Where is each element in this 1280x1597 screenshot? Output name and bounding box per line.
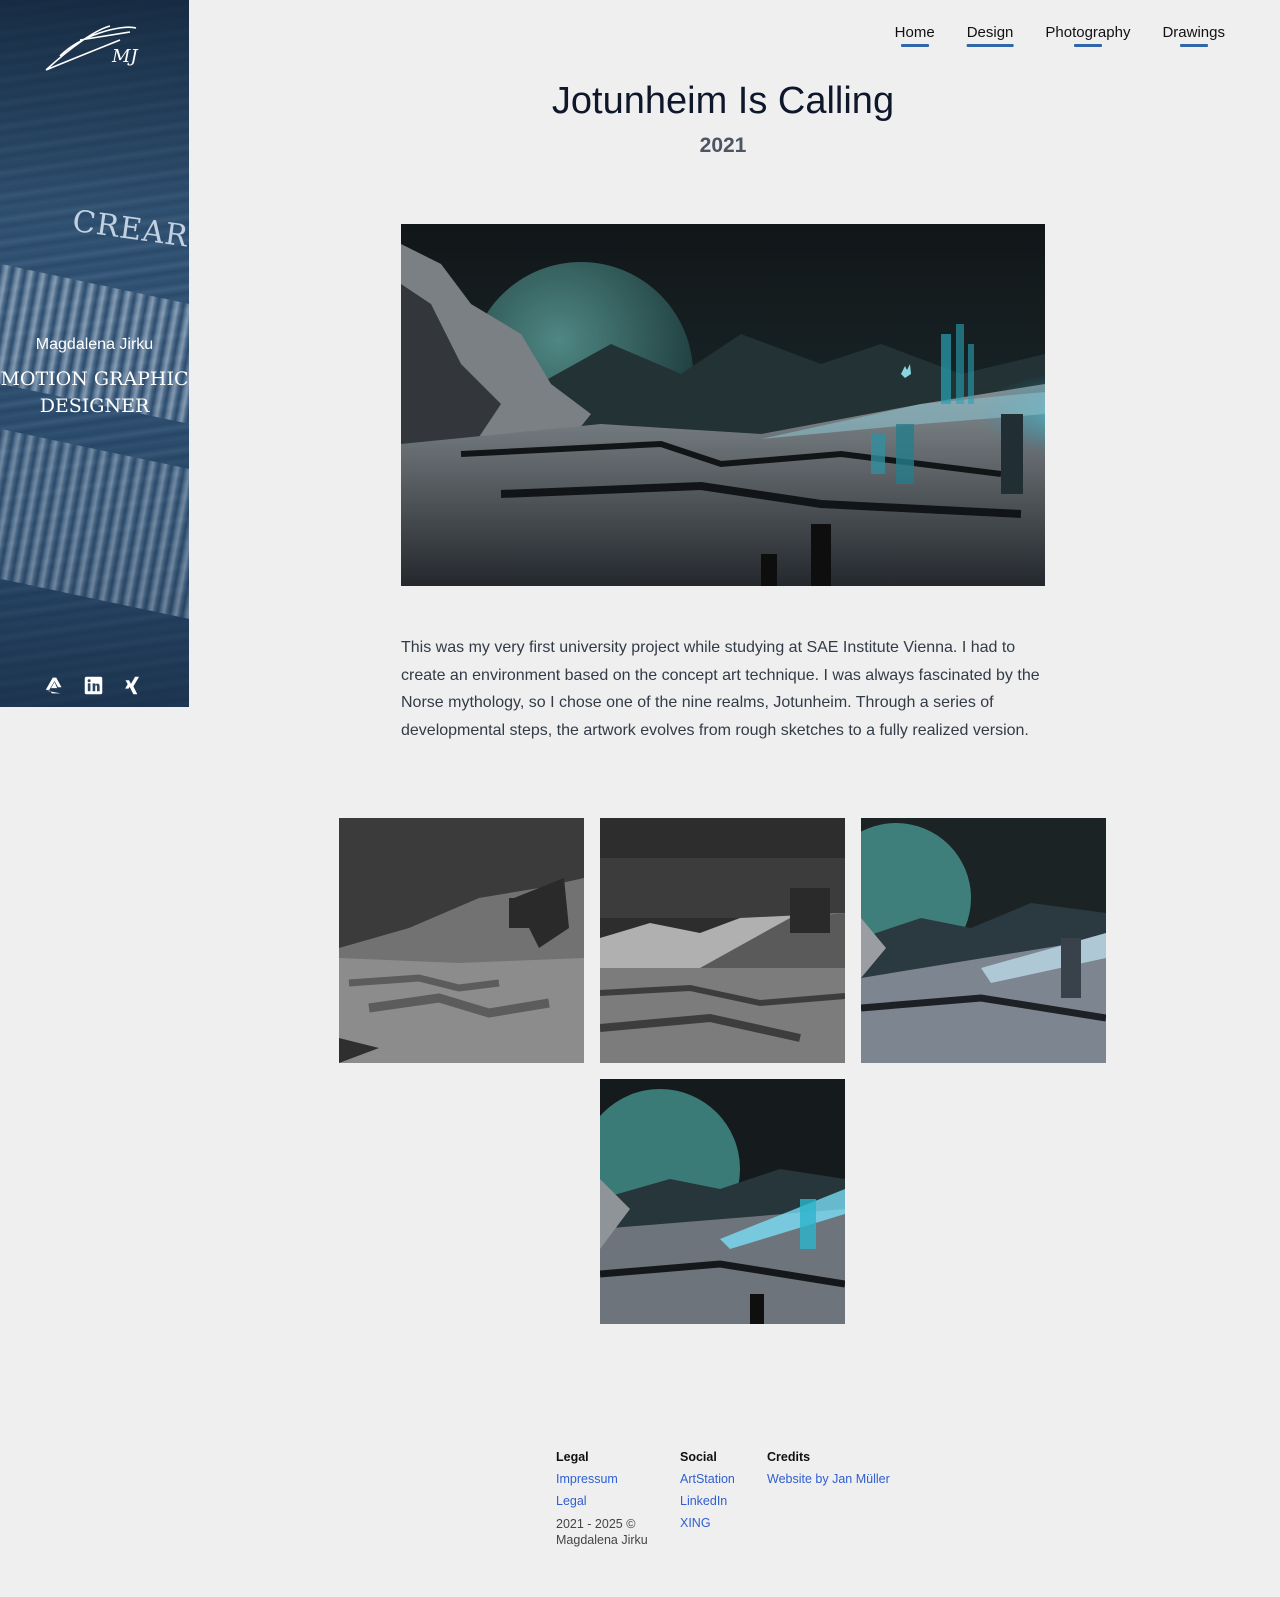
designer-name: Magdalena Jirku — [35, 336, 154, 353]
footer-link-artstation[interactable]: ArtStation — [680, 1472, 735, 1486]
footer-link-linkedin[interactable]: LinkedIn — [680, 1494, 735, 1508]
linkedin-icon[interactable] — [83, 675, 104, 696]
gallery-image-final[interactable] — [600, 1079, 845, 1324]
gallery-image-sketch-3[interactable] — [861, 818, 1106, 1063]
signature-logo-icon[interactable]: MJ — [40, 18, 150, 78]
main-nav: Home Design Photography Drawings — [895, 24, 1225, 47]
footer-link-credits[interactable]: Website by Jan Müller — [767, 1472, 890, 1486]
gallery-image-sketch-2[interactable] — [600, 818, 845, 1063]
wood-plank-decoration — [0, 424, 189, 626]
footer-legal-column: Legal Impressum Legal 2021 - 2025 © Magd… — [556, 1450, 656, 1548]
project-description: This was my very first university projec… — [401, 639, 1040, 739]
project-year: 2021 — [699, 134, 747, 157]
project-title: Jotunheim Is Calling — [551, 80, 895, 122]
footer-legal-heading: Legal — [556, 1450, 589, 1464]
gallery-image-sketch-1[interactable] — [339, 818, 584, 1063]
footer-link-xing[interactable]: XING — [680, 1516, 735, 1530]
nav-photography[interactable]: Photography — [1045, 24, 1130, 47]
nav-drawings[interactable]: Drawings — [1162, 24, 1225, 47]
svg-text:MJ: MJ — [111, 46, 139, 67]
footer-social-heading: Social — [680, 1450, 717, 1464]
xing-icon[interactable] — [122, 675, 143, 696]
nav-home[interactable]: Home — [895, 24, 935, 47]
footer-link-legal[interactable]: Legal — [556, 1494, 656, 1508]
backdrop-engraving-text: CREARTI — [70, 203, 189, 260]
footer-credits-column: Credits Website by Jan Müller — [767, 1450, 890, 1494]
footer-credits-heading: Credits — [767, 1450, 811, 1464]
artstation-icon[interactable] — [44, 675, 65, 696]
footer-copyright: 2021 - 2025 © Magdalena Jirku — [556, 1517, 648, 1547]
designer-role: MOTION GRAPHIC DESIGNER — [0, 368, 189, 417]
nav-design[interactable]: Design — [967, 24, 1014, 47]
hero-artwork-image[interactable] — [401, 224, 1045, 586]
footer-link-impressum[interactable]: Impressum — [556, 1472, 656, 1486]
footer-social-column: Social ArtStation LinkedIn XING — [680, 1450, 735, 1538]
sidebar: MJ CREARTI Magdalena Jirku MOTION GRAPHI… — [0, 0, 189, 707]
sidebar-social-links — [44, 675, 143, 696]
